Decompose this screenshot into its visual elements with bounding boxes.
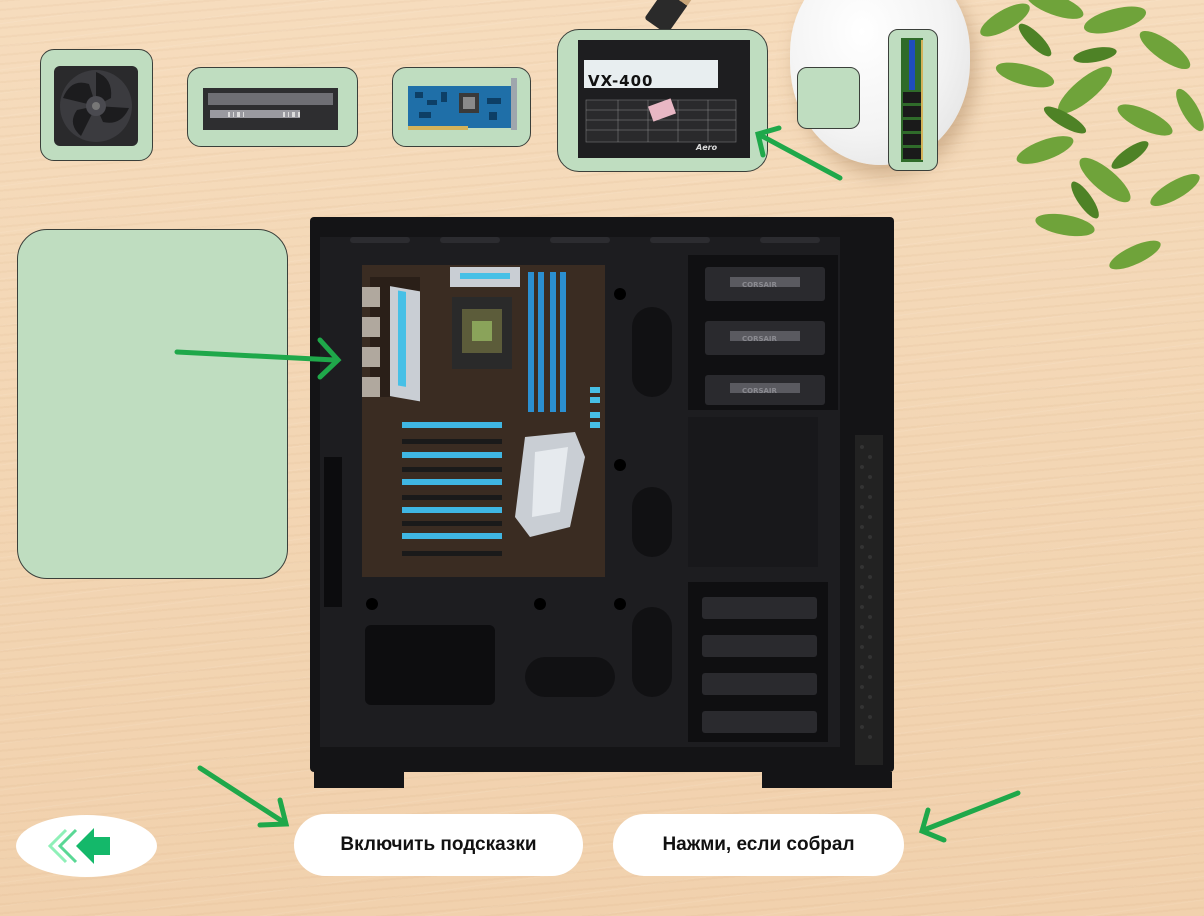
case-fan-icon (54, 66, 138, 146)
back-arrow-icon (47, 828, 110, 864)
enable-hints-button[interactable]: Включить подсказки (294, 814, 583, 876)
back-button[interactable] (16, 815, 157, 877)
drive-bay-brand-1: CORSAIR (742, 281, 777, 289)
tray-slot-hard-drive[interactable] (187, 67, 358, 147)
power-supply-icon (578, 40, 750, 158)
hard-drive-icon (203, 88, 338, 130)
arrow-to-hints-button (197, 765, 290, 828)
tray-slot-graphics-card[interactable] (392, 67, 531, 147)
psu-brand-label: Aero (696, 143, 718, 152)
computer-case (310, 217, 894, 788)
info-panel (17, 229, 288, 579)
graphics-card-icon (408, 78, 517, 130)
drive-bay-brand-2: CORSAIR (742, 335, 777, 343)
plant-decoration (980, 0, 1204, 270)
drive-bay-brand-3: CORSAIR (742, 387, 777, 395)
arrow-to-assembled-button (918, 790, 1021, 843)
psu-model-label: VX-400 (588, 72, 654, 90)
tray-slot-fan[interactable] (40, 49, 153, 161)
assembled-button[interactable]: Нажми, если собрал (613, 814, 904, 876)
tray-slot-empty[interactable] (797, 67, 860, 129)
ram-module-icon (901, 38, 923, 162)
tray-slot-ram[interactable] (888, 29, 938, 171)
tray-slot-power-supply[interactable]: VX-400 Aero (557, 29, 768, 172)
